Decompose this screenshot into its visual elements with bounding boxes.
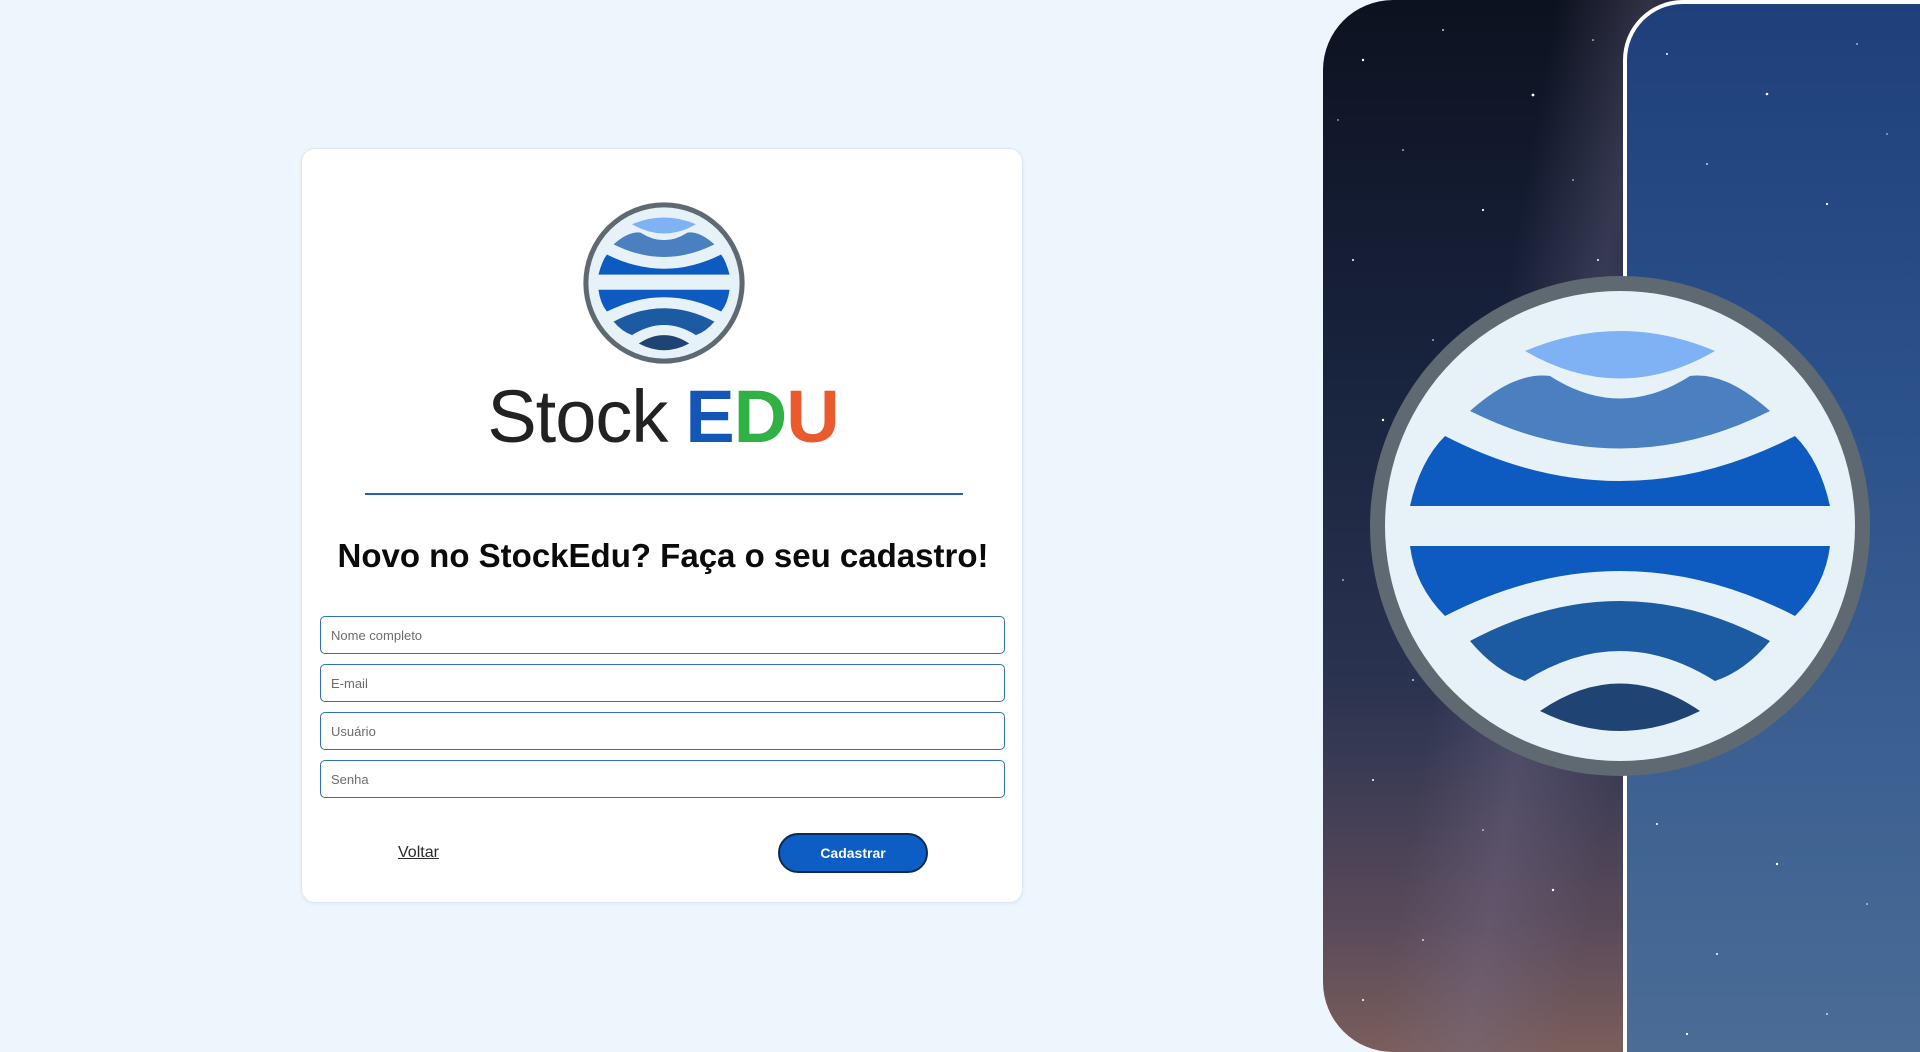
email-input[interactable] — [320, 664, 1005, 702]
brand-wordmark: Stock EDU — [302, 377, 1024, 457]
brand-letter-u: U — [786, 375, 839, 458]
globe-logo-icon — [583, 202, 745, 364]
full-name-input[interactable] — [320, 616, 1005, 654]
page-title: Novo no StockEdu? Faça o seu cadastro! — [337, 537, 989, 574]
signup-card: Stock EDU Novo no StockEdu? Faça o seu ca… — [301, 148, 1023, 903]
brand-word-stock: Stock — [487, 375, 668, 458]
signup-button[interactable]: Cadastrar — [778, 833, 928, 873]
username-input[interactable] — [320, 712, 1005, 750]
brand-letter-d: D — [733, 375, 787, 458]
divider — [365, 493, 963, 495]
password-input[interactable] — [320, 760, 1005, 798]
back-link[interactable]: Voltar — [398, 844, 439, 862]
page: Stock EDU Novo no StockEdu? Faça o seu ca… — [0, 0, 1920, 1052]
globe-hero-icon — [1370, 276, 1870, 776]
brand-letter-e: E — [685, 375, 734, 458]
